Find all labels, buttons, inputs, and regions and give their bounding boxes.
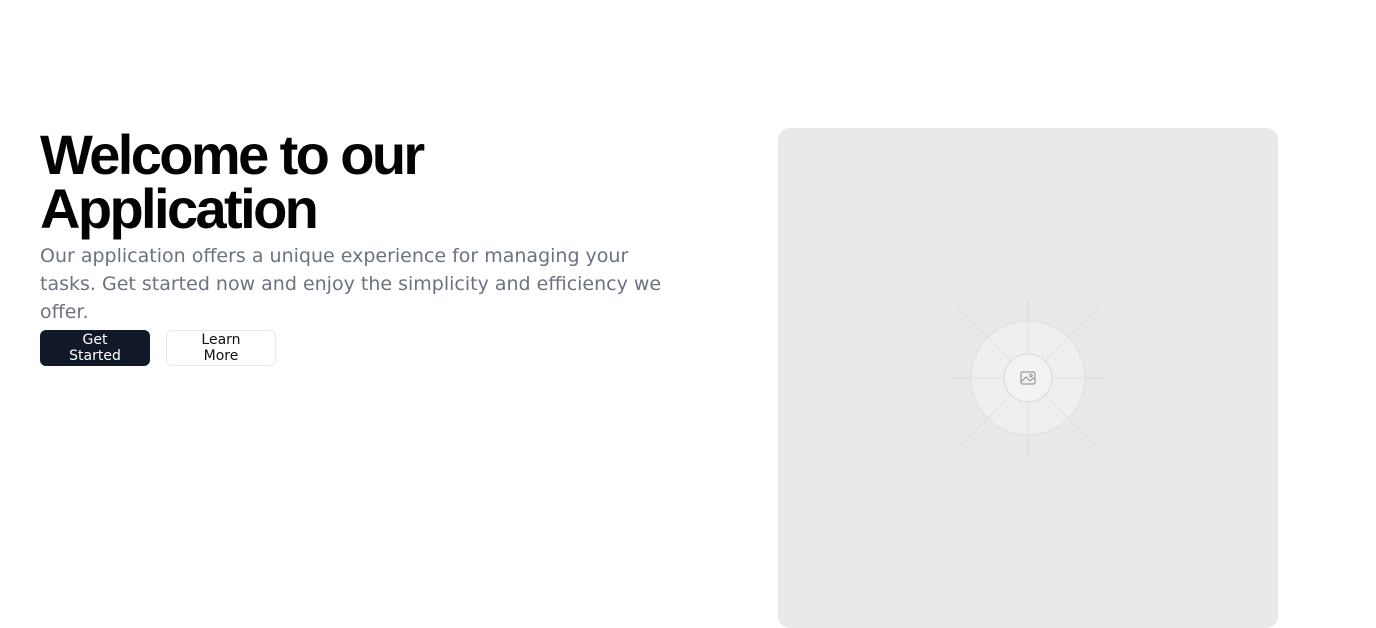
learn-more-button[interactable]: Learn More bbox=[166, 330, 276, 366]
image-placeholder-icon bbox=[950, 300, 1106, 456]
hero-subtitle: Our application offers a unique experien… bbox=[40, 245, 662, 323]
get-started-button[interactable]: Get Started bbox=[40, 330, 150, 366]
hero-title-line-2: Application bbox=[40, 177, 319, 240]
hero-content: Welcome to our Application Our applicati… bbox=[40, 127, 680, 366]
hero-actions: Get Started Learn More bbox=[40, 330, 680, 366]
hero-section: Welcome to our Application Our applicati… bbox=[0, 0, 1376, 628]
hero-title: Welcome to our Application bbox=[40, 127, 680, 237]
